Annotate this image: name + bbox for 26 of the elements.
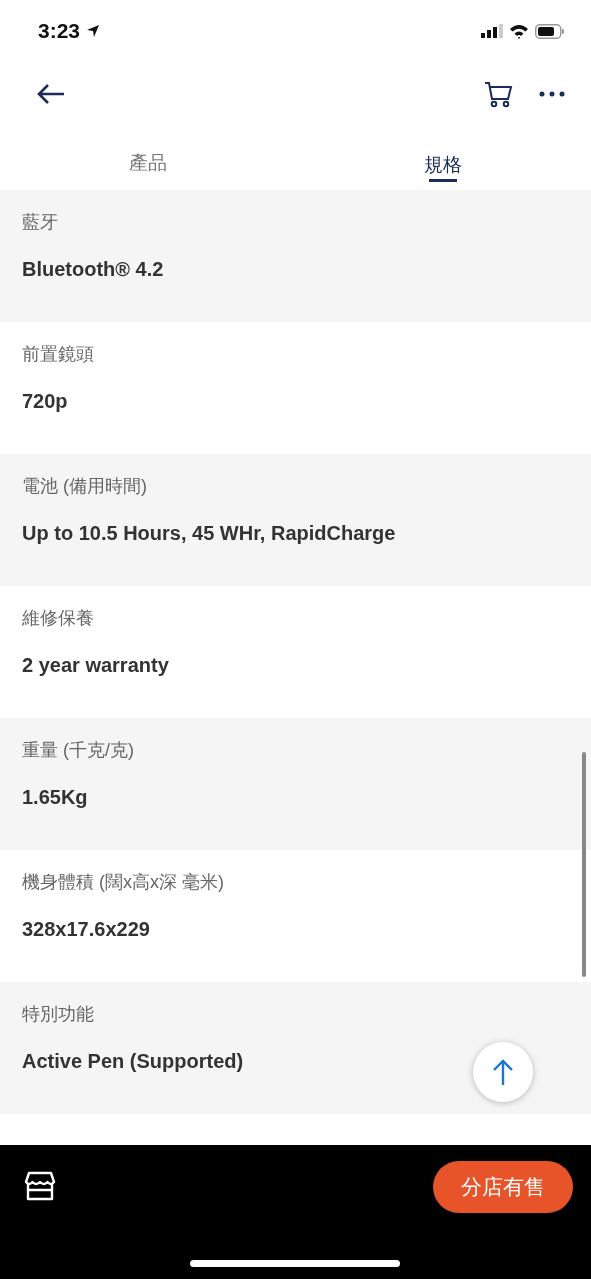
back-arrow-icon bbox=[36, 83, 66, 105]
store-icon bbox=[24, 1171, 56, 1201]
signal-icon bbox=[481, 24, 503, 38]
spec-value: 2 year warranty bbox=[22, 653, 169, 678]
spec-value: Up to 10.5 Hours, 45 WHr, RapidCharge bbox=[22, 521, 396, 546]
location-arrow-icon bbox=[86, 24, 101, 38]
spec-label: 維修保養 bbox=[22, 607, 94, 630]
spec-value: Active Pen (Supported) bbox=[22, 1049, 244, 1074]
spec-value: 328x17.6x229 bbox=[22, 917, 150, 942]
spec-value: 1.65Kg bbox=[22, 785, 88, 810]
branch-availability-button[interactable]: 分店有售 bbox=[433, 1161, 573, 1213]
up-arrow-icon bbox=[492, 1058, 514, 1086]
spec-value: Bluetooth® 4.2 bbox=[22, 257, 164, 282]
spec-label: 電池 (備用時間) bbox=[22, 475, 147, 498]
more-icon bbox=[539, 91, 565, 97]
spec-value: 720p bbox=[22, 389, 68, 414]
spec-label: 特別功能 bbox=[22, 1003, 94, 1026]
status-time: 3:23 bbox=[38, 19, 81, 43]
battery-icon bbox=[535, 23, 565, 39]
spec-label: 藍牙 bbox=[22, 211, 58, 234]
cart-icon bbox=[483, 79, 513, 109]
spec-label: 機身體積 (闊x高x深 毫米) bbox=[22, 871, 224, 894]
spec-label: 重量 (千克/克) bbox=[22, 739, 134, 762]
spec-label: 前置鏡頭 bbox=[22, 343, 94, 366]
wifi-icon bbox=[509, 23, 529, 39]
tab[interactable]: 產品 bbox=[0, 126, 296, 190]
